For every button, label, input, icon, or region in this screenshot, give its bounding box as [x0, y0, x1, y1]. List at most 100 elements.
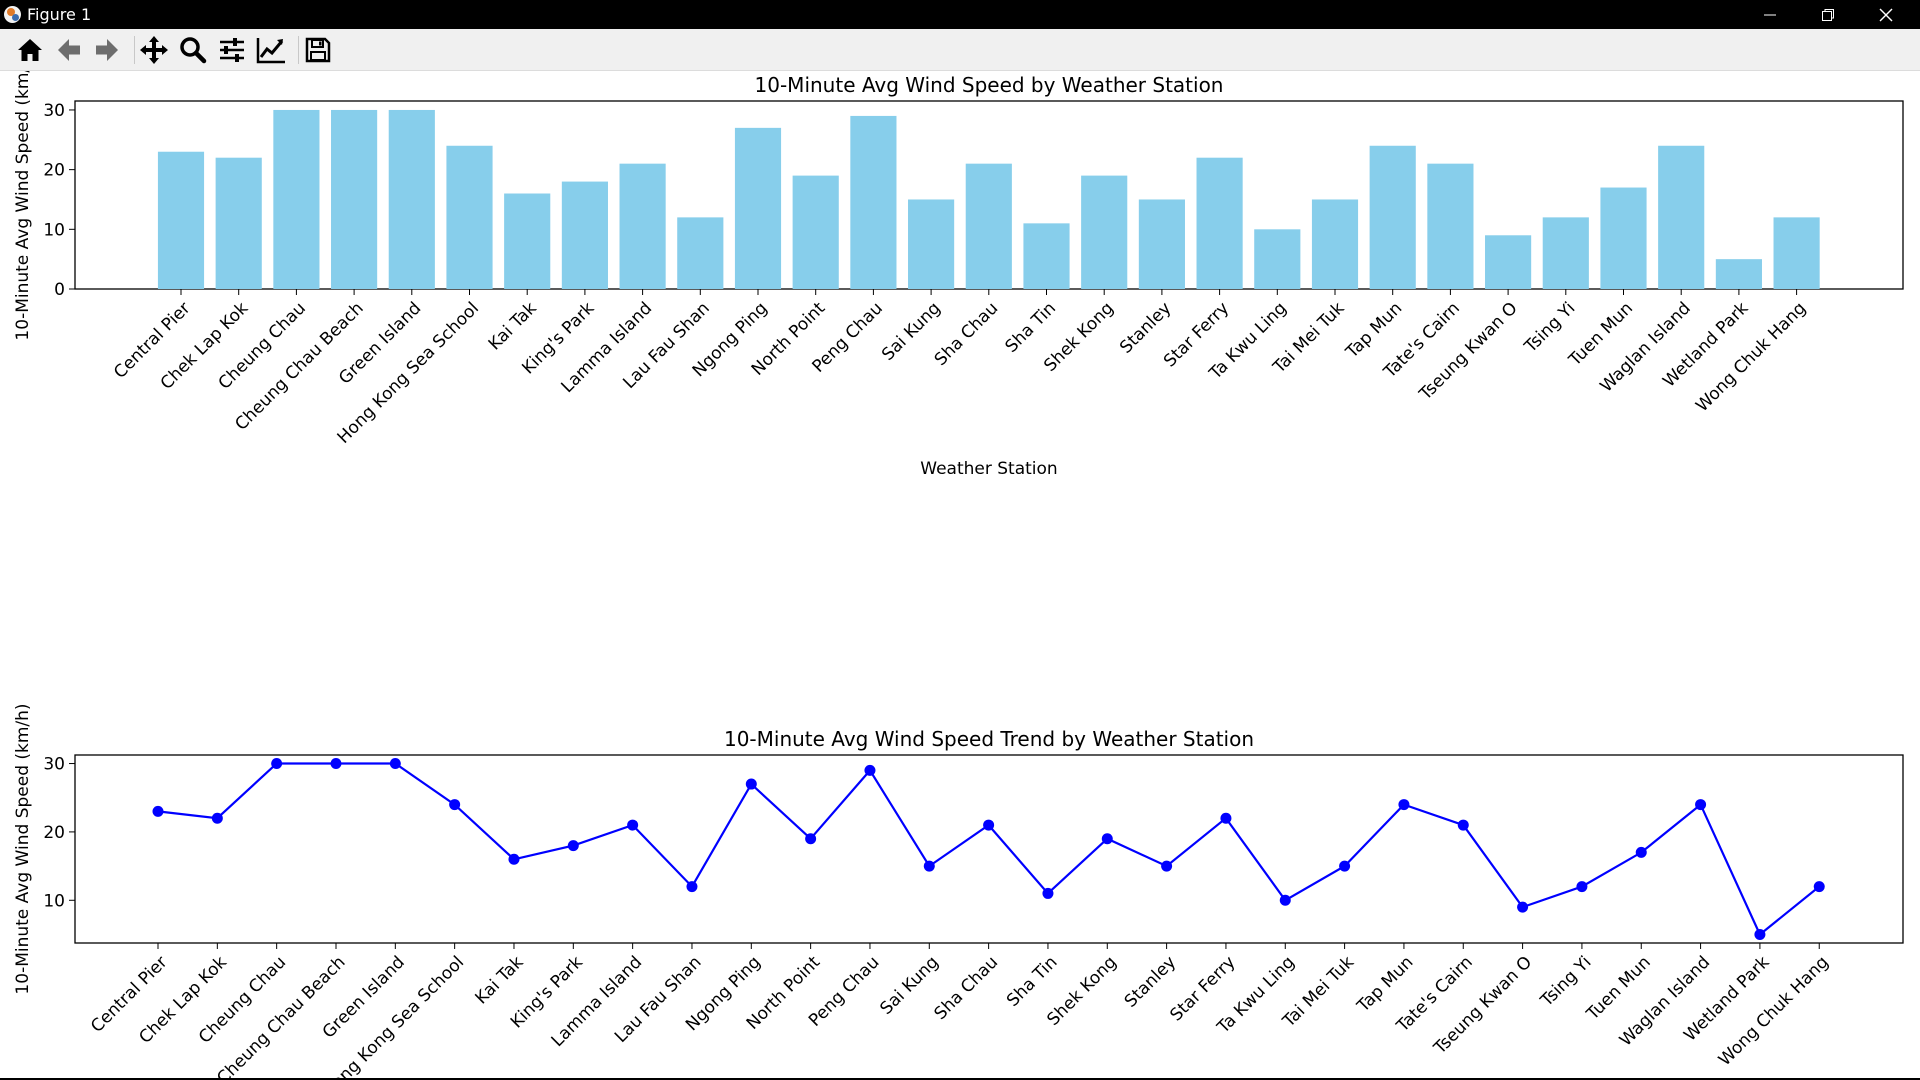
y-tick-label: 20 — [43, 823, 65, 843]
x-tick-label: Tseung Kwan O — [1415, 298, 1522, 405]
data-point — [805, 833, 817, 845]
arrow-right-icon — [96, 39, 118, 61]
magnifier-icon — [180, 37, 207, 64]
restore-button[interactable] — [1799, 0, 1857, 29]
forward-button[interactable] — [90, 33, 124, 67]
data-point — [271, 758, 283, 770]
bar — [850, 115, 897, 289]
bar — [1427, 163, 1474, 289]
y-tick-label: 10 — [43, 891, 65, 911]
x-tick-label: Stanley — [1116, 298, 1175, 357]
y-tick-label: 30 — [43, 101, 65, 121]
close-button[interactable] — [1857, 0, 1915, 29]
data-point — [1398, 799, 1410, 811]
bar — [1023, 223, 1070, 289]
bar — [965, 163, 1012, 289]
x-tick-label: Kai Tak — [485, 298, 541, 354]
bar — [734, 127, 782, 289]
configure-subplots-button[interactable] — [215, 33, 249, 67]
line-chart: 10-Minute Avg Wind Speed Trend by Weathe… — [13, 703, 1904, 1078]
chart-title: 10-Minute Avg Wind Speed Trend by Weathe… — [724, 727, 1254, 751]
data-point — [864, 764, 876, 776]
bar-chart: 10-Minute Avg Wind Speed by Weather Stat… — [13, 71, 1904, 479]
restore-icon — [1822, 8, 1834, 21]
bar — [619, 163, 666, 289]
x-tick-label: Sha Tin — [1003, 952, 1062, 1011]
bar — [1254, 229, 1301, 289]
window-title: Figure 1 — [27, 5, 92, 24]
data-point — [1517, 901, 1529, 913]
bar — [1485, 235, 1532, 289]
data-point — [1042, 887, 1054, 899]
bar — [215, 157, 262, 289]
minimize-icon — [1764, 14, 1776, 15]
bar — [157, 151, 205, 289]
toolbar-separator — [134, 36, 135, 64]
x-tick-label: Sha Chau — [931, 298, 1003, 370]
bar — [1196, 157, 1243, 289]
bar — [1542, 217, 1589, 289]
data-point — [1339, 860, 1351, 872]
data-point — [1279, 894, 1291, 906]
bar — [1600, 187, 1647, 289]
data-point — [1695, 799, 1707, 811]
y-tick-label: 10 — [43, 220, 65, 240]
bar — [1081, 175, 1128, 289]
toolbar-separator — [298, 36, 299, 64]
minimize-button[interactable] — [1741, 0, 1799, 29]
x-tick-label: Sha Tin — [1002, 298, 1061, 357]
bar — [388, 109, 435, 289]
bar — [1658, 145, 1705, 289]
bar — [677, 217, 724, 289]
edit-axes-button[interactable] — [254, 33, 288, 67]
floppy-disk-icon — [305, 37, 331, 63]
move-icon — [140, 36, 168, 64]
bar — [1715, 259, 1762, 289]
x-tick-label: Sha Chau — [931, 952, 1003, 1024]
data-point — [1457, 819, 1469, 831]
data-point — [1220, 812, 1232, 824]
zoom-button[interactable] — [176, 33, 210, 67]
bar — [1773, 217, 1820, 289]
x-tick-label: Wong Chuk Hang — [1715, 952, 1833, 1070]
data-point — [923, 860, 935, 872]
data-point — [508, 853, 520, 865]
data-point — [1754, 928, 1766, 940]
save-button[interactable] — [301, 33, 335, 67]
data-point — [1813, 881, 1825, 893]
bar — [446, 145, 493, 289]
plot-frame — [74, 754, 1904, 944]
navigation-toolbar — [0, 29, 1920, 71]
y-axis-label: 10-Minute Avg Wind Speed (km/h) — [13, 71, 33, 341]
back-button[interactable] — [52, 33, 86, 67]
data-point — [389, 758, 401, 770]
data-point — [627, 819, 639, 831]
data-point — [567, 840, 579, 852]
data-point — [1576, 881, 1588, 893]
data-point — [330, 758, 342, 770]
data-point — [745, 778, 757, 790]
y-tick-label: 0 — [54, 280, 65, 300]
bar — [1138, 199, 1185, 289]
pan-button[interactable] — [137, 33, 171, 67]
data-point — [686, 881, 698, 893]
x-tick-label: Wong Chuk Hang — [1692, 298, 1810, 416]
x-tick-label: Stanley — [1121, 952, 1180, 1011]
x-tick-label: Kai Tak — [471, 952, 527, 1008]
bar — [1369, 145, 1416, 289]
data-point — [1161, 860, 1173, 872]
arrow-left-icon — [58, 39, 80, 61]
chart-title: 10-Minute Avg Wind Speed by Weather Stat… — [755, 73, 1224, 97]
x-tick-label: Tsing Yi — [1536, 952, 1595, 1011]
bar — [331, 109, 378, 289]
sliders-icon — [220, 38, 244, 62]
data-point — [1101, 833, 1113, 845]
window-titlebar: Figure 1 — [0, 0, 1920, 29]
y-tick-label: 30 — [43, 755, 65, 775]
close-icon — [1879, 8, 1893, 21]
home-button[interactable] — [13, 33, 47, 67]
line-chart-icon — [256, 38, 285, 64]
data-point — [449, 799, 461, 811]
bar — [504, 193, 551, 289]
data-point — [152, 805, 164, 817]
